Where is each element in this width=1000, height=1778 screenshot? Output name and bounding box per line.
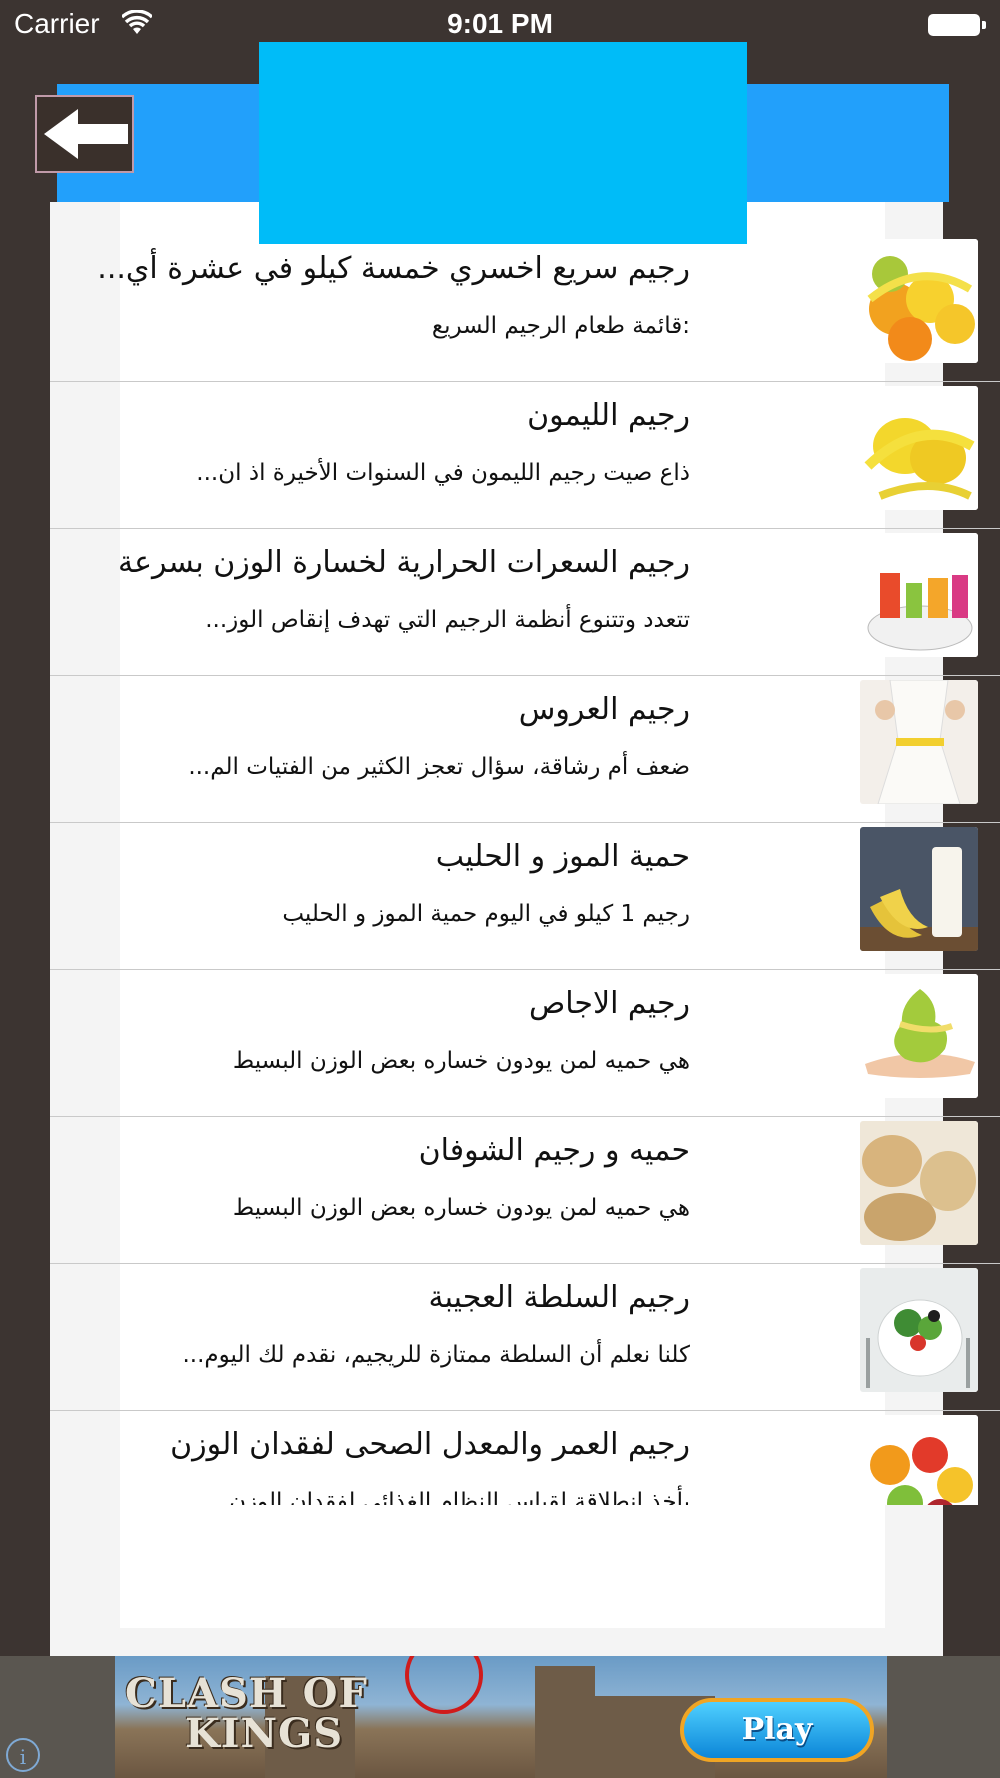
battery-icon: [928, 14, 986, 36]
crosshair-icon: [405, 1656, 483, 1714]
item-title: رجيم العمر والمعدل الصحى لفقدان الوزن: [170, 1427, 690, 1462]
item-subtitle: ذاع صيت رجيم الليمون في السنوات الأخيرة …: [196, 460, 690, 486]
oats-bowls-image: [860, 1121, 978, 1245]
item-title: رجيم الليمون: [527, 398, 690, 433]
list-item[interactable]: رجيم الاجاص هي حميه لمن يودون خساره بعض …: [50, 970, 1000, 1117]
item-title: رجيم السعرات الحرارية لخسارة الوزن بسرعة: [118, 545, 690, 580]
item-title: رجيم سريع اخسري خمسة كيلو في عشرة أي...: [97, 251, 690, 286]
lemons-measuring-tape-image: [860, 386, 978, 510]
status-bar: Carrier 9:01 PM: [0, 0, 1000, 48]
ad-logo-line1: CLASH OF: [125, 1670, 368, 1717]
pear-hand-image: [860, 974, 978, 1098]
item-subtitle: يأخذ إنطلاقة لقياس النظام الغذائي لفقدان…: [229, 1489, 690, 1505]
diet-letters-tape-image: [860, 533, 978, 657]
article-list[interactable]: رجيم سريع اخسري خمسة كيلو في عشرة أي... …: [50, 235, 1000, 1505]
list-item[interactable]: حميه و رجيم الشوفان هي حميه لمن يودون خس…: [50, 1117, 1000, 1264]
clock: 9:01 PM: [447, 8, 553, 39]
salad-bowl-image: [860, 1268, 978, 1392]
back-button[interactable]: [35, 95, 134, 173]
ad-logo-line2: KINGS: [185, 1710, 344, 1757]
ad-image: CLASH OF KINGS Play: [115, 1656, 887, 1778]
item-title: رجيم السلطة العجيبة: [428, 1280, 691, 1315]
list-item[interactable]: رجيم السعرات الحرارية لخسارة الوزن بسرعة…: [50, 529, 1000, 676]
item-subtitle: هي حميه لمن يودون خساره بعض الوزن البسيط: [232, 1195, 690, 1221]
item-subtitle: تتعدد وتتنوع أنظمة الرجيم التي تهدف إنقا…: [205, 607, 690, 633]
item-subtitle: :قائمة طعام الرجيم السريع: [431, 313, 690, 339]
item-subtitle: ضعف أم رشاقة، سؤال تعجز الكثير من الفتيا…: [188, 754, 690, 780]
arrow-left-icon: [43, 109, 128, 159]
mixed-fruits-image: [860, 1415, 978, 1505]
ad-banner[interactable]: CLASH OF KINGS Play: [0, 1656, 1000, 1778]
list-item[interactable]: رجيم العروس ضعف أم رشاقة، سؤال تعجز الكث…: [50, 676, 1000, 823]
item-title: حميه و رجيم الشوفان: [418, 1133, 690, 1168]
item-subtitle: هي حميه لمن يودون خساره بعض الوزن البسيط: [232, 1048, 690, 1074]
item-subtitle: كلنا نعلم أن السلطة ممتازة للريجيم، نقدم…: [182, 1342, 690, 1368]
fruits-measuring-tape-image: [860, 239, 978, 363]
item-subtitle: رجيم 1 كيلو في اليوم حمية الموز و الحليب: [282, 901, 690, 927]
banana-milk-image: [860, 827, 978, 951]
play-button[interactable]: Play: [680, 1698, 874, 1762]
list-item[interactable]: رجيم سريع اخسري خمسة كيلو في عشرة أي... …: [50, 235, 1000, 382]
item-title: حمية الموز و الحليب: [435, 839, 690, 874]
list-item[interactable]: رجيم الليمون ذاع صيت رجيم الليمون في الس…: [50, 382, 1000, 529]
item-title: رجيم العروس: [518, 692, 690, 727]
bride-waist-image: [860, 680, 978, 804]
header-banner: [259, 42, 747, 244]
item-title: رجيم الاجاص: [529, 986, 690, 1021]
ad-logo: CLASH OF KINGS: [125, 1674, 368, 1754]
list-item[interactable]: رجيم العمر والمعدل الصحى لفقدان الوزن يأ…: [50, 1411, 1000, 1505]
list-item[interactable]: رجيم السلطة العجيبة كلنا نعلم أن السلطة …: [50, 1264, 1000, 1411]
info-icon[interactable]: i: [6, 1738, 40, 1772]
list-item[interactable]: حمية الموز و الحليب رجيم 1 كيلو في اليوم…: [50, 823, 1000, 970]
